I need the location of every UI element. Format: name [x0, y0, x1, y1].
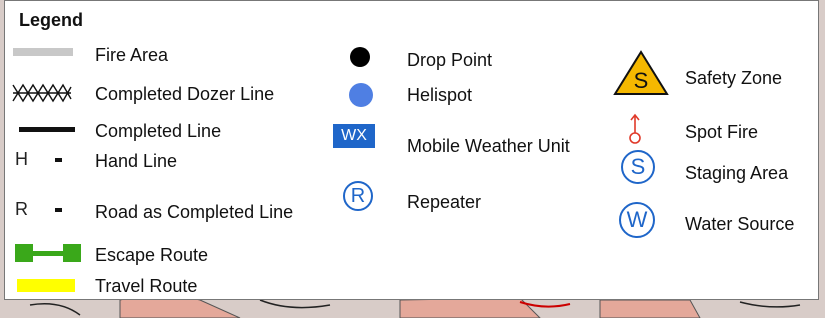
- fire-area-label: Fire Area: [95, 45, 169, 65]
- completed-line-symbol: [19, 127, 75, 132]
- road-line-symbol: R: [15, 199, 75, 221]
- road-line-label: Road as Completed Line: [95, 202, 294, 222]
- staging-area-label: Staging Area: [685, 163, 789, 183]
- water-source-label: Water Source: [685, 214, 795, 234]
- road-line-glyph: R: [15, 199, 28, 219]
- water-source-icon: W: [619, 202, 655, 238]
- map-legend: Legend Fire Area Completed Dozer Line Co…: [4, 0, 819, 300]
- weather-unit-icon: WX: [333, 124, 375, 148]
- travel-route-label: Travel Route: [95, 276, 198, 296]
- fire-area-swatch: [13, 48, 73, 56]
- spot-fire-label: Spot Fire: [685, 122, 759, 142]
- repeater-icon: R: [343, 181, 373, 211]
- escape-route-end-left: [15, 244, 33, 262]
- weather-unit-label: Mobile Weather Unit: [407, 136, 570, 156]
- escape-route-symbol: [15, 244, 81, 262]
- hand-line-label: Hand Line: [95, 151, 178, 171]
- hand-line-symbol: H: [15, 149, 75, 171]
- travel-route-symbol: [17, 279, 75, 292]
- helispot-icon: [349, 83, 373, 107]
- drop-point-icon: [350, 47, 370, 67]
- dozer-line-label: Completed Dozer Line: [95, 84, 275, 104]
- legend-title: Legend: [19, 10, 84, 30]
- escape-route-end-right: [63, 244, 81, 262]
- spot-fire-icon: [629, 113, 641, 144]
- fire-area-fill: [13, 48, 73, 56]
- drop-point-label: Drop Point: [407, 50, 493, 70]
- helispot-label: Helispot: [407, 85, 473, 105]
- road-line-dash: [55, 208, 62, 212]
- completed-line-label: Completed Line: [95, 121, 222, 141]
- safety-zone-glyph: S: [634, 68, 649, 93]
- safety-zone-label: Safety Zone: [685, 68, 783, 88]
- escape-route-label: Escape Route: [95, 245, 209, 265]
- escape-route-bar: [33, 251, 63, 256]
- hand-line-glyph: H: [15, 149, 28, 169]
- dozer-line-symbol: [12, 83, 72, 103]
- safety-zone-icon: S: [613, 50, 669, 95]
- repeater-label: Repeater: [407, 192, 482, 212]
- hand-line-dash: [55, 158, 62, 162]
- staging-area-icon: S: [621, 150, 655, 184]
